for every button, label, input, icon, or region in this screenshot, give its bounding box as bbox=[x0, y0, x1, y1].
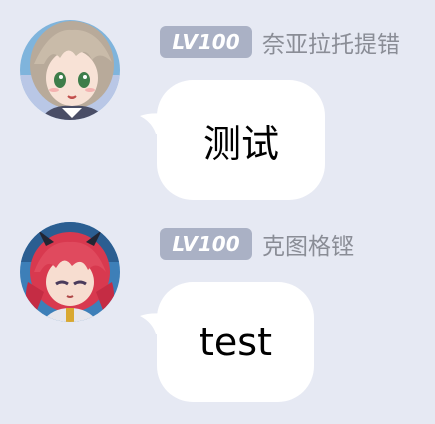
message-meta: LV100 克图格铿 bbox=[160, 227, 354, 261]
message-bubble[interactable]: 测试 bbox=[157, 80, 325, 200]
message-meta: LV100 奈亚拉托提错 bbox=[160, 25, 400, 59]
message-text: test bbox=[199, 320, 272, 364]
username[interactable]: 奈亚拉托提错 bbox=[262, 25, 400, 59]
avatar[interactable] bbox=[20, 20, 120, 120]
username[interactable]: 克图格铿 bbox=[262, 227, 354, 261]
level-badge: LV100 bbox=[160, 228, 252, 260]
message-bubble[interactable]: test bbox=[157, 282, 314, 402]
level-badge: LV100 bbox=[160, 26, 252, 58]
avatar[interactable] bbox=[20, 222, 120, 322]
anime-redhead-avatar-icon bbox=[20, 222, 120, 322]
message-text: 测试 bbox=[202, 121, 279, 166]
anime-girl-avatar-icon bbox=[20, 20, 120, 120]
